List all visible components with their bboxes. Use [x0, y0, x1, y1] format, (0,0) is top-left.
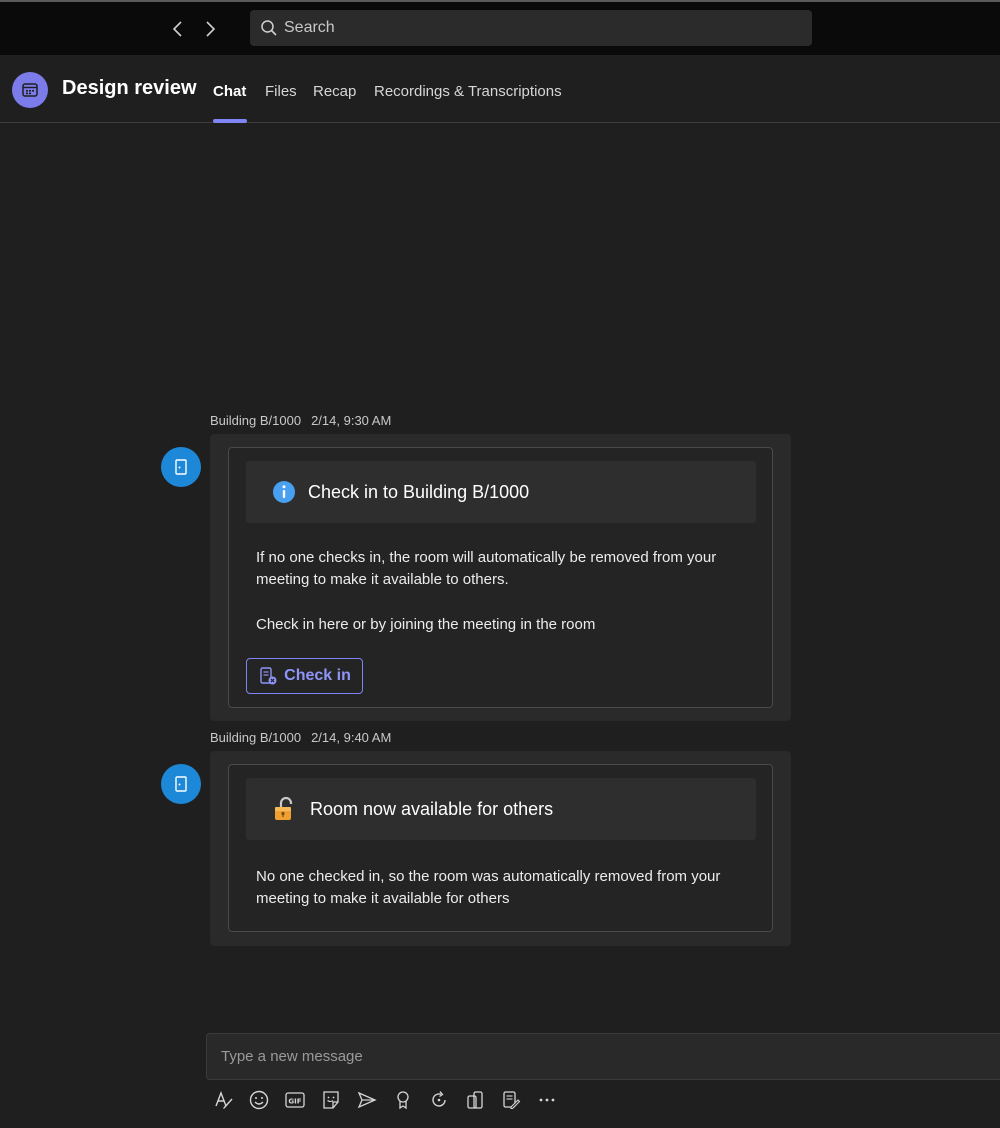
emoji-button[interactable] — [245, 1086, 273, 1114]
door-icon — [175, 459, 187, 475]
unlocked-padlock-icon — [272, 796, 298, 822]
compose-box[interactable] — [206, 1033, 1000, 1080]
check-in-label: Check in — [284, 667, 351, 684]
message-input[interactable] — [207, 1034, 967, 1079]
card-title: Room now available for others — [310, 798, 554, 819]
more-options-button[interactable] — [533, 1086, 561, 1114]
tab-chat[interactable]: Chat — [213, 83, 246, 100]
tab-recordings-transcriptions[interactable]: Recordings & Transcriptions — [374, 83, 562, 100]
title-bar — [0, 2, 1000, 55]
notes-edit-icon — [503, 1091, 521, 1110]
card-header: Room now available for others — [246, 778, 756, 840]
notes-button[interactable] — [497, 1086, 525, 1114]
card-body-text: Check in here or by joining the meeting … — [256, 616, 596, 633]
door-icon — [175, 776, 187, 792]
check-in-button[interactable]: Check in — [246, 658, 363, 694]
adaptive-card: Room now available for others No one che… — [228, 764, 773, 932]
loop-icon — [432, 1091, 446, 1107]
format-pen-icon — [215, 1091, 233, 1109]
apps-button[interactable] — [461, 1086, 489, 1114]
apps-icon — [467, 1091, 483, 1109]
page-title: Design review — [62, 77, 197, 99]
calendar-icon — [12, 72, 48, 108]
avatar[interactable] — [161, 447, 201, 487]
chevron-left-icon — [172, 21, 182, 37]
schedule-send-button[interactable] — [353, 1086, 381, 1114]
tab-files[interactable]: Files — [265, 83, 297, 100]
emoji-icon — [249, 1090, 269, 1110]
praise-badge-icon — [397, 1091, 409, 1110]
avatar[interactable] — [161, 764, 201, 804]
message-timestamp: 2/14, 9:30 AM — [311, 413, 392, 428]
loop-button[interactable] — [425, 1086, 453, 1114]
sticker-button[interactable] — [317, 1086, 345, 1114]
active-tab-indicator — [213, 119, 247, 123]
svg-text:GIF: GIF — [288, 1098, 301, 1106]
search-input[interactable] — [284, 19, 784, 37]
message-bubble: Room now available for others No one che… — [210, 751, 791, 946]
meeting-header: Design review Chat Files Recap Recording… — [0, 55, 1000, 123]
message-timestamp: 2/14, 9:40 AM — [311, 730, 392, 745]
tab-recap[interactable]: Recap — [313, 83, 356, 100]
card-title: Check in to Building B/1000 — [308, 481, 530, 502]
back-button[interactable] — [168, 18, 188, 40]
card-body-text: No one checked in, so the room was autom… — [256, 868, 721, 907]
gif-icon: GIF — [285, 1092, 305, 1108]
forward-button[interactable] — [200, 18, 220, 40]
info-icon — [272, 480, 296, 504]
gif-button[interactable]: GIF — [281, 1086, 309, 1114]
sticker-icon — [323, 1091, 339, 1109]
praise-button[interactable] — [389, 1086, 417, 1114]
message-meta: Building B/1000 2/14, 9:40 AM — [210, 730, 391, 745]
send-icon — [357, 1091, 377, 1109]
card-header: Check in to Building B/1000 — [246, 461, 756, 523]
message-bubble: Check in to Building B/1000 If no one ch… — [210, 434, 791, 721]
chevron-right-icon — [206, 21, 216, 37]
format-button[interactable] — [210, 1086, 238, 1114]
search-box[interactable] — [250, 10, 812, 46]
message-meta: Building B/1000 2/14, 9:30 AM — [210, 413, 391, 428]
search-icon — [260, 19, 278, 37]
message-sender: Building B/1000 — [210, 413, 302, 428]
more-icon — [539, 1098, 555, 1102]
message-sender: Building B/1000 — [210, 730, 302, 745]
card-body-text: If no one checks in, the room will autom… — [256, 549, 717, 588]
adaptive-card: Check in to Building B/1000 If no one ch… — [228, 447, 773, 708]
room-check-in-icon — [258, 666, 278, 686]
